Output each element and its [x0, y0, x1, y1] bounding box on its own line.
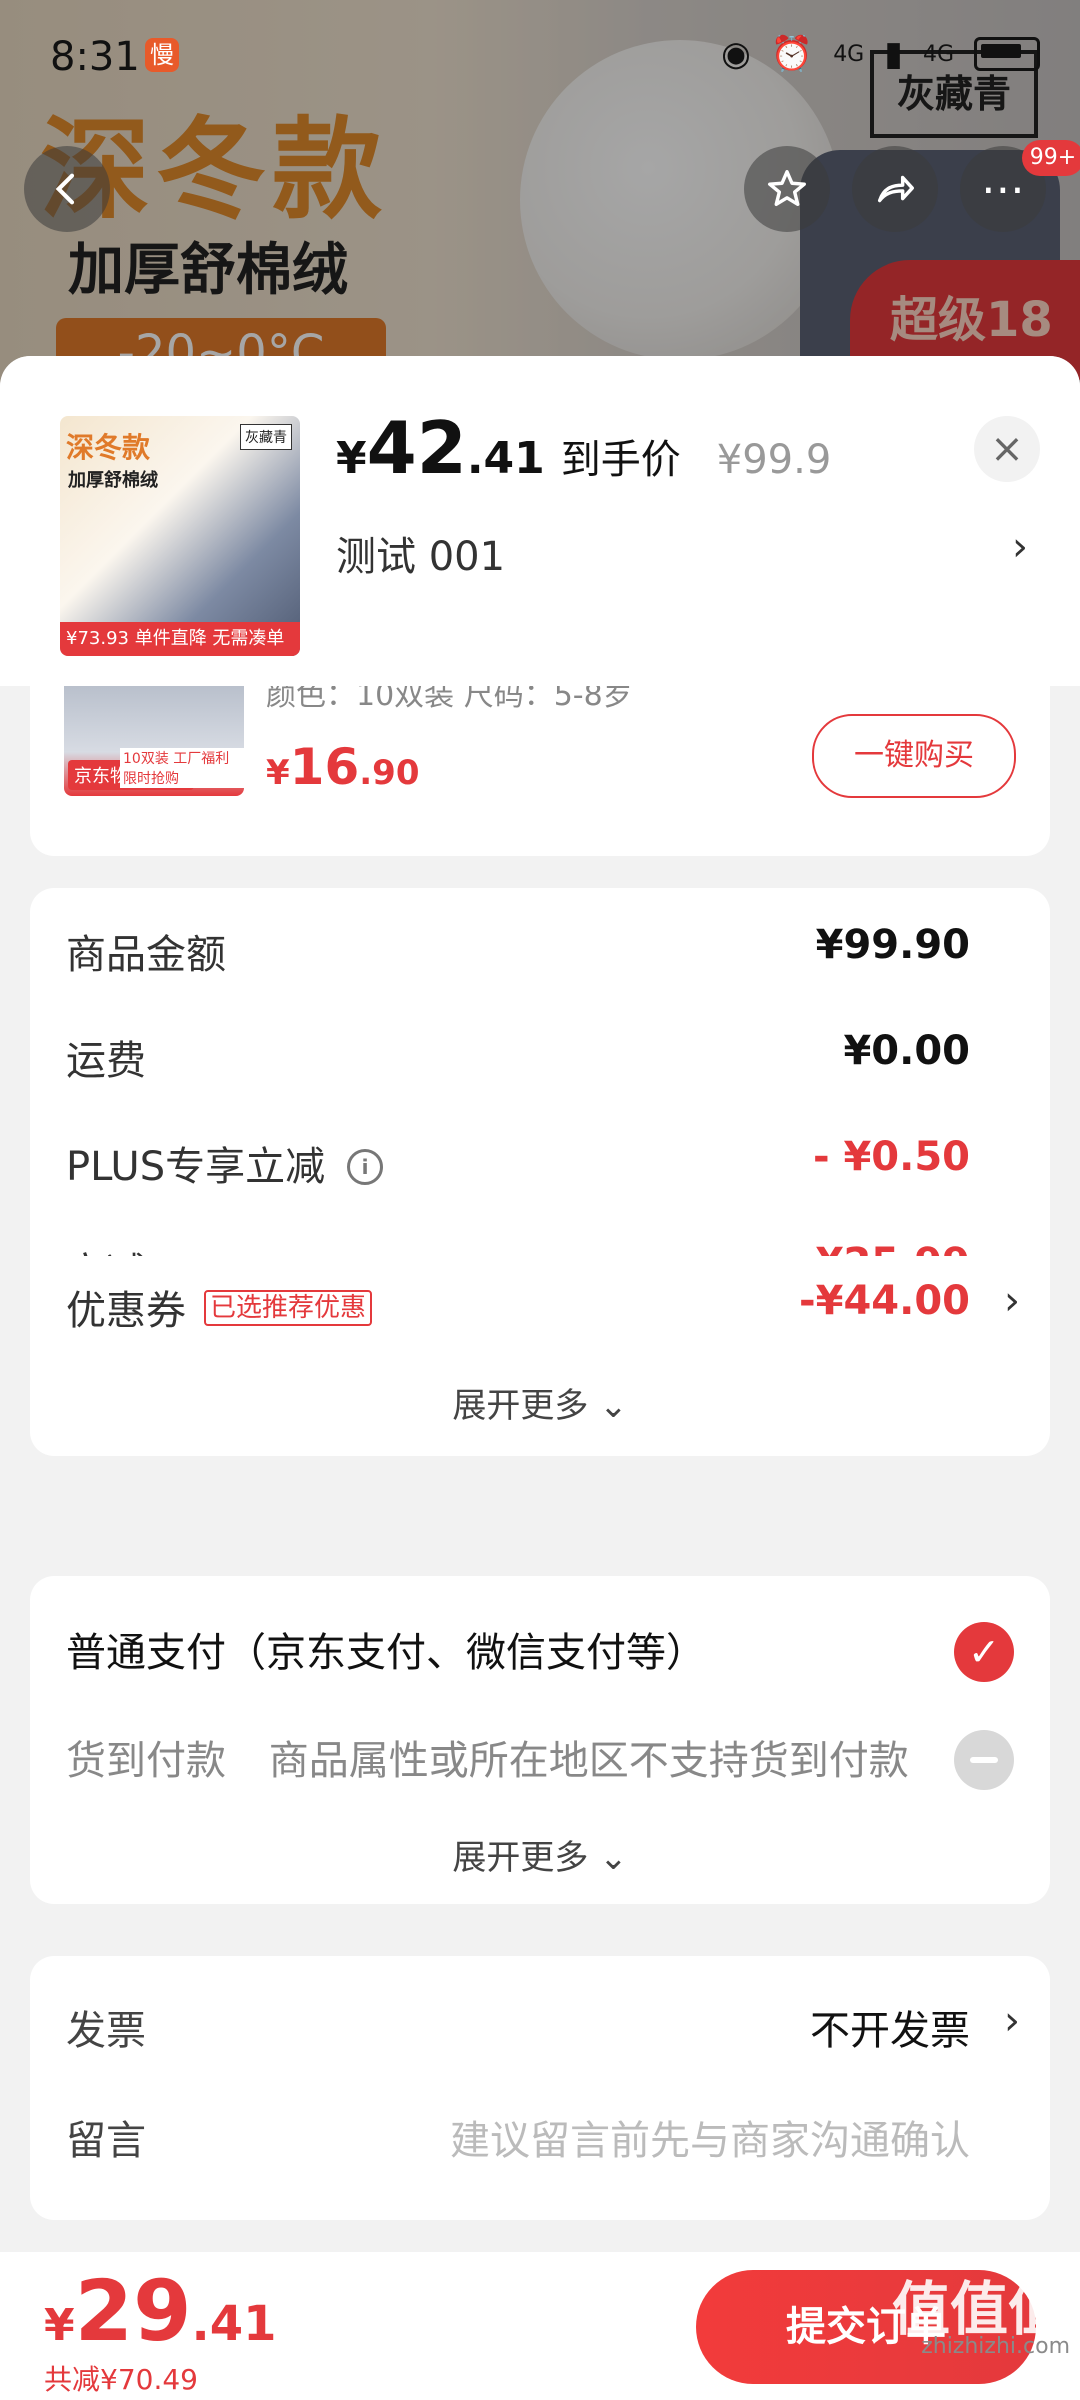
price-detail-card-continued: 优惠券 已选推荐优惠 -¥44.00 › 展开更多 ⌄ — [30, 1256, 1050, 1456]
row-label: PLUS专享立减 i — [66, 1134, 384, 1192]
expand-more-price[interactable]: 展开更多 ⌄ — [30, 1378, 1050, 1427]
chevron-right-icon[interactable]: › — [1004, 1278, 1020, 1324]
rec-price-decimal: .90 — [359, 753, 420, 793]
row-value: - ¥0.50 — [812, 1134, 970, 1180]
row-label: 运费 — [66, 1038, 146, 1084]
thumb-banner: ¥73.93 单件直降 无需凑单 — [60, 622, 300, 656]
rec-price-symbol: ¥ — [266, 753, 290, 793]
info-icon[interactable]: i — [347, 1149, 384, 1185]
original-price: ¥99.9 — [716, 437, 832, 483]
invoice-value: 不开发票 — [810, 2008, 970, 2054]
checkmark-icon[interactable]: ✓ — [954, 1622, 1014, 1682]
row-shipping: 运费 ¥0.00 — [66, 1028, 970, 1088]
row-goods-amount: 商品金额 ¥99.90 — [66, 922, 970, 982]
selected-spec[interactable]: 测试 001 — [336, 524, 505, 582]
thumb-brand: 灰藏青 — [240, 424, 292, 450]
row-value: -¥44.00 — [799, 1278, 970, 1324]
row-plus-discount: PLUS专享立减 i - ¥0.50 — [66, 1134, 970, 1194]
cod-note: 商品属性或所在地区不支持货到付款 — [268, 1738, 909, 1784]
row-label: 商品金额 — [66, 932, 226, 978]
total-integer: 29 — [74, 2262, 192, 2360]
expand-more-payment[interactable]: 展开更多 ⌄ — [30, 1830, 1050, 1879]
cod-label: 货到付款 — [66, 1738, 226, 1784]
row-label-text: PLUS专享立减 — [66, 1144, 326, 1190]
row-note[interactable]: 留言 建议留言前先与商家沟通确认 — [66, 2108, 970, 2168]
note-input[interactable]: 建议留言前先与商家沟通确认 — [450, 2108, 970, 2166]
invoice-label: 发票 — [66, 2008, 146, 2054]
battery-icon — [974, 37, 1040, 71]
recommended-item-price: ¥ 16 .90 — [266, 738, 420, 796]
chevron-right-icon[interactable]: › — [1012, 524, 1028, 570]
star-icon — [768, 170, 806, 207]
sheet-header: 深冬款 加厚舒棉绒 灰藏青 ¥73.93 单件直降 无需凑单 ¥ 42 .41 … — [0, 356, 1080, 686]
back-button[interactable] — [24, 146, 110, 232]
status-icons: ◉ ⏰ 4G ▮ 4G — [721, 34, 1040, 74]
one-click-buy-button[interactable]: 一键购买 — [812, 714, 1016, 798]
chevron-right-icon[interactable]: › — [1004, 1998, 1020, 2044]
total-price: ¥ 29 .41 — [44, 2262, 277, 2360]
disabled-option-icon — [954, 1730, 1014, 1790]
back-icon — [55, 173, 75, 205]
row-invoice[interactable]: 发票 不开发票 — [66, 1998, 970, 2058]
price-symbol: ¥ — [336, 433, 367, 484]
product-thumbnail: 深冬款 加厚舒棉绒 灰藏青 ¥73.93 单件直降 无需凑单 — [60, 416, 300, 656]
payment-card: 普通支付（京东支付、微信支付等） ✓ 货到付款 商品属性或所在地区不支持货到付款… — [30, 1576, 1050, 1904]
more-badge: 99+ — [1022, 140, 1080, 176]
watermark-text: zhizhizhi.com — [921, 2334, 1070, 2359]
final-price: ¥ 42 .41 到手价 ¥99.9 — [336, 406, 831, 490]
network-label-1: 4G — [833, 41, 865, 67]
price-integer: 42 — [366, 406, 467, 490]
favorite-button[interactable] — [744, 146, 830, 232]
row-value: ¥99.90 — [815, 922, 970, 968]
signal-icon: ▮ — [884, 34, 903, 74]
more-icon: ⋯ — [981, 163, 1025, 215]
close-icon: × — [990, 426, 1024, 472]
coupon-tag: 已选推荐优惠 — [204, 1290, 373, 1326]
status-time: 8:31 — [50, 34, 140, 80]
row-label: 优惠券 已选推荐优惠 — [66, 1278, 373, 1336]
row-value: ¥0.00 — [843, 1028, 970, 1074]
total-symbol: ¥ — [44, 2300, 75, 2351]
promo-strip: 10双装 工厂福利 限时抢购 — [120, 748, 244, 788]
app-notification-badge: 慢 — [145, 38, 179, 72]
network-label-2: 4G — [922, 41, 954, 67]
thumb-subtitle: 加厚舒棉绒 — [68, 470, 158, 491]
payment-option-cod[interactable]: 货到付款 商品属性或所在地区不支持货到付款 — [66, 1728, 909, 1786]
price-decimal: .41 — [466, 433, 545, 484]
eye-icon: ◉ — [721, 34, 751, 74]
close-button[interactable]: × — [974, 416, 1040, 482]
note-label: 留言 — [66, 2118, 146, 2164]
payment-option-normal[interactable]: 普通支付（京东支付、微信支付等） — [66, 1620, 706, 1678]
alarm-icon: ⏰ — [770, 34, 814, 74]
row-label-text: 优惠券 — [66, 1288, 186, 1334]
rec-price-integer: 16 — [289, 738, 360, 796]
total-decimal: .41 — [191, 2296, 277, 2352]
thumb-title: 深冬款 — [66, 431, 151, 464]
order-sheet: 深冬款 加厚舒棉绒 灰藏青 ¥73.93 单件直降 无需凑单 ¥ 42 .41 … — [0, 356, 1080, 2400]
row-coupon[interactable]: 优惠券 已选推荐优惠 -¥44.00 — [66, 1278, 970, 1338]
recommended-item-image[interactable]: 京东物流 包邮 10双装 工厂福利 限时抢购 — [64, 686, 244, 796]
recommended-item-card: 京东物流 包邮 10双装 工厂福利 限时抢购 颜色：10双装 尺码：5-8岁 ¥… — [30, 678, 1050, 856]
invoice-note-card: 发票 不开发票 › 留言 建议留言前先与商家沟通确认 — [30, 1956, 1050, 2220]
price-label: 到手价 — [560, 437, 681, 483]
status-bar: 8:31 慢 ◉ ⏰ 4G ▮ 4G — [0, 0, 1080, 110]
share-icon — [877, 175, 914, 203]
share-button[interactable] — [852, 146, 938, 232]
total-saved: 共减¥70.49 — [44, 2363, 198, 2396]
